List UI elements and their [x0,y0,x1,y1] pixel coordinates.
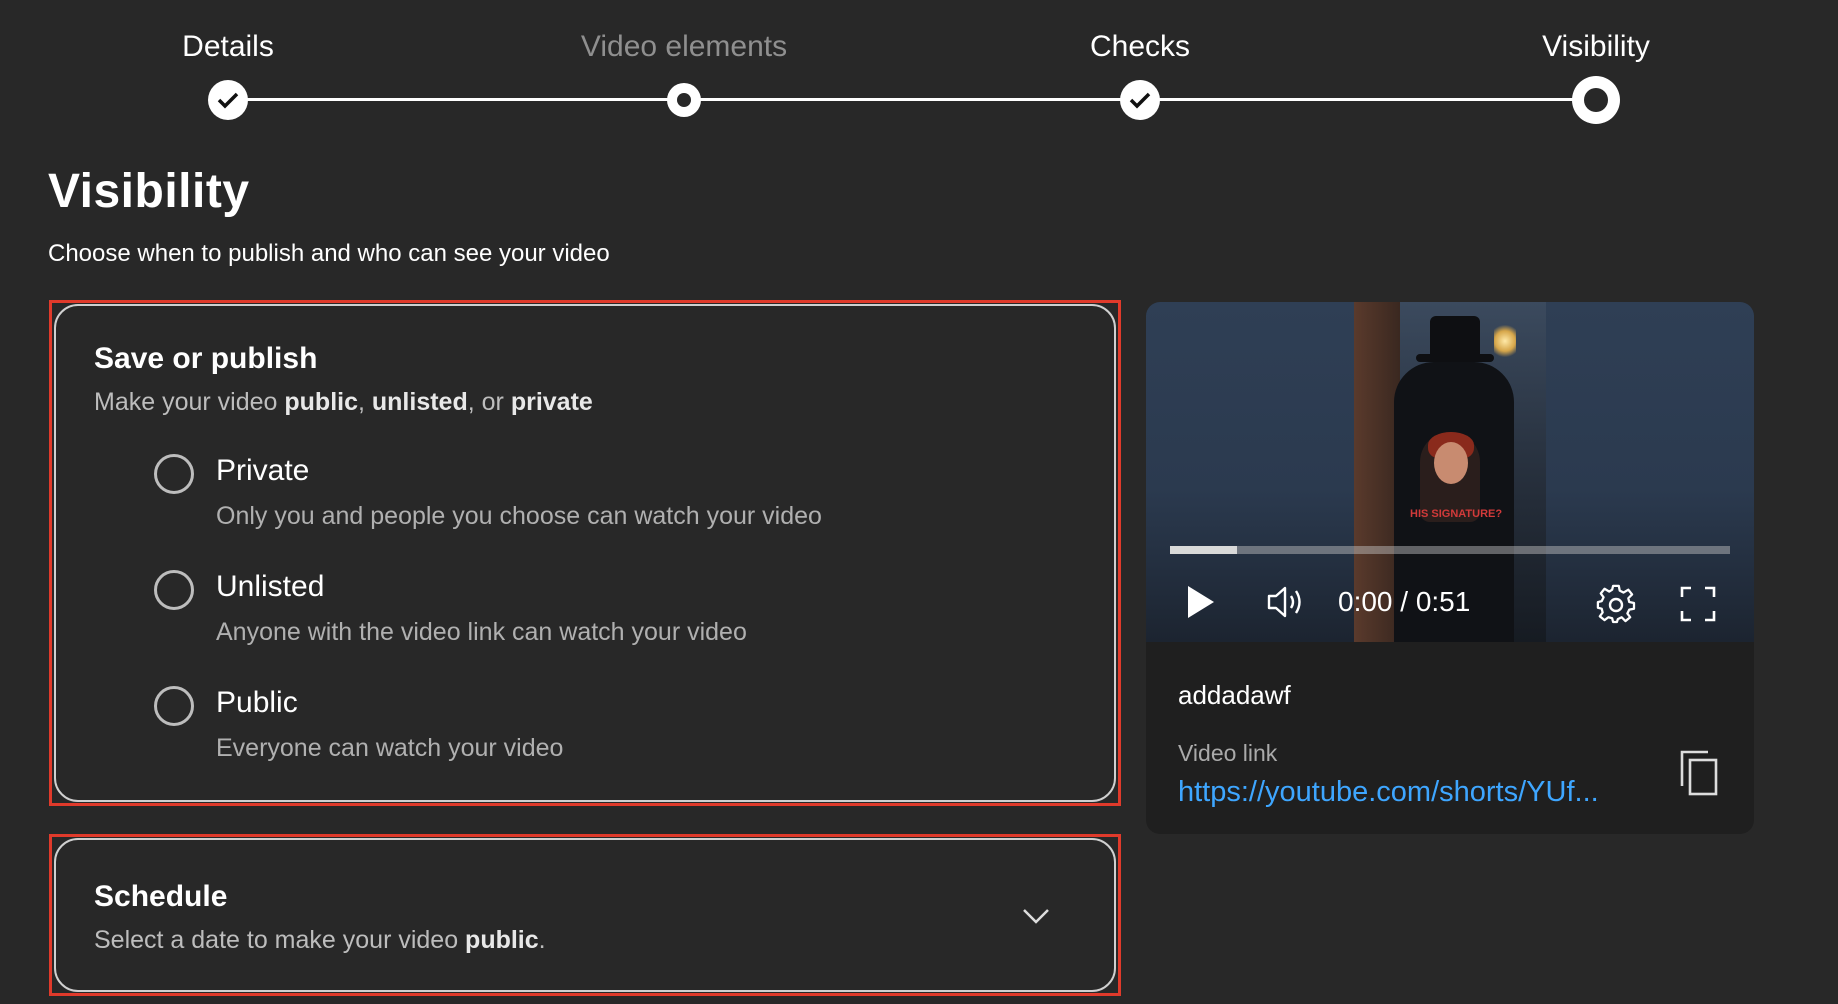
thumbnail-hat [1430,316,1480,356]
video-link-label: Video link [1178,740,1278,766]
video-player[interactable]: HIS SIGNATURE? 0:00 / 0:51 [1146,302,1754,642]
step-node-checks[interactable] [1120,80,1160,120]
stepper-track [228,98,1596,101]
check-icon [1129,92,1151,109]
radio-private[interactable] [154,454,194,494]
subtitle-text: . [538,926,546,954]
option-desc: Everyone can watch your video [216,734,564,762]
save-publish-title: Save or publish [94,342,318,375]
subtitle-text: , [357,388,372,416]
video-progress-fill [1170,546,1238,554]
subtitle-text: Make your video [94,388,285,416]
thumbnail-text: HIS SIGNATURE? [1410,508,1503,520]
chevron-down-icon[interactable] [1022,902,1050,930]
play-icon[interactable] [1186,584,1216,620]
video-time: 0:00 / 0:51 [1338,586,1471,617]
schedule-card[interactable]: Schedule Select a date to make your vide… [54,838,1116,992]
step-label-visibility[interactable]: Visibility [1542,30,1650,64]
page-title: Visibility [48,165,250,218]
thumbnail-hat-brim [1416,354,1494,362]
thumbnail-face [1434,442,1468,484]
subtitle-text: Select a date to make your video [94,926,466,954]
subtitle-public: public [465,926,539,954]
step-node-details[interactable] [208,80,248,120]
video-preview-panel: HIS SIGNATURE? 0:00 / 0:51 addadawf Vide… [1146,302,1754,834]
subtitle-public: public [284,388,358,416]
schedule-title: Schedule [94,880,228,913]
step-label-details[interactable]: Details [182,30,274,64]
step-label-video-elements[interactable]: Video elements [581,30,787,64]
page-subtitle: Choose when to publish and who can see y… [48,240,610,267]
subtitle-private: private [510,388,593,416]
video-title: addadawf [1178,680,1291,710]
radio-public[interactable] [154,686,194,726]
save-publish-card: Save or publish Make your video public, … [54,304,1116,802]
step-node-video-elements[interactable] [667,83,701,117]
option-label[interactable]: Public [216,686,298,720]
save-publish-subtitle: Make your video public, unlisted, or pri… [94,388,593,417]
video-progress-bar[interactable] [1170,546,1730,554]
video-link-url[interactable]: https://youtube.com/shorts/YUf... [1178,776,1599,809]
gear-icon[interactable] [1596,584,1636,624]
radio-unlisted[interactable] [154,570,194,610]
subtitle-text: , or [467,388,511,416]
upload-stepper: Details Video elements Checks Visibility [0,0,1838,140]
option-label[interactable]: Unlisted [216,570,324,604]
option-label[interactable]: Private [216,454,309,488]
option-desc: Only you and people you choose can watch… [216,502,822,530]
step-node-visibility[interactable] [1572,76,1620,124]
step-label-checks[interactable]: Checks [1090,30,1190,64]
check-icon [217,92,239,109]
volume-icon[interactable] [1266,584,1306,620]
subtitle-unlisted: unlisted [371,388,468,416]
fullscreen-icon[interactable] [1680,586,1716,622]
thumbnail-lamp [1494,324,1516,358]
schedule-subtitle: Select a date to make your video public. [94,926,546,955]
copy-icon[interactable] [1678,748,1722,798]
option-desc: Anyone with the video link can watch you… [216,618,747,646]
